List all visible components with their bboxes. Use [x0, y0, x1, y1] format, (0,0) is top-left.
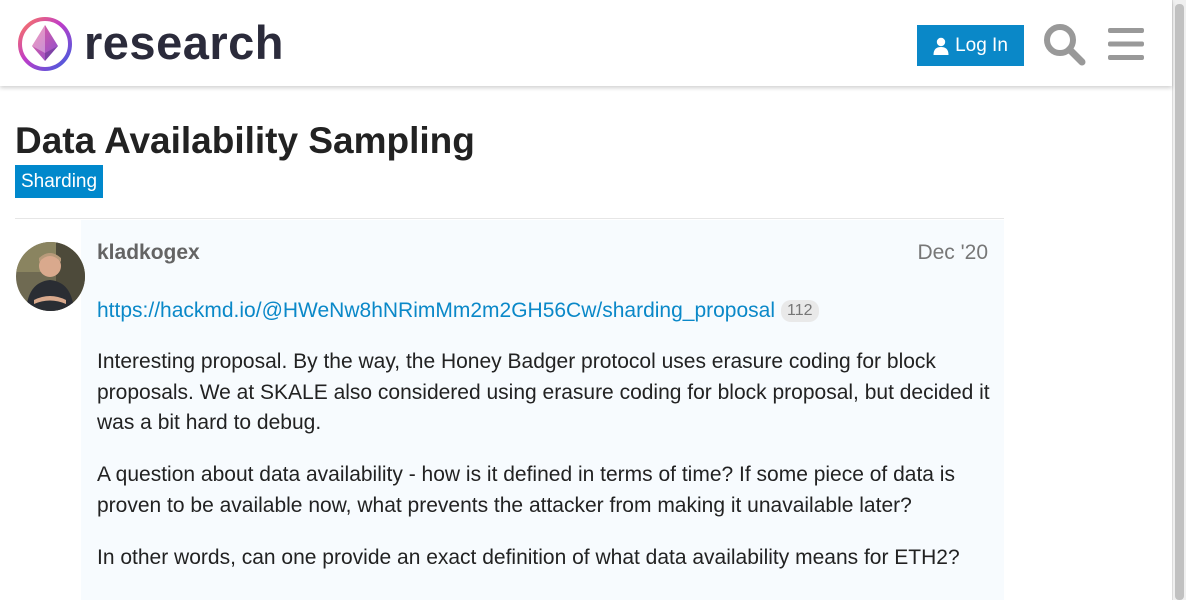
login-label: Log In	[955, 34, 1008, 56]
post-paragraph: A question about data availability - how…	[97, 463, 955, 517]
post-date[interactable]: Dec '20	[888, 240, 988, 266]
user-icon	[933, 37, 949, 55]
post-paragraph: In other words, can one provide an exact…	[97, 546, 960, 569]
divider	[15, 218, 1004, 219]
hamburger-menu-icon[interactable]	[1106, 26, 1146, 62]
link-click-count: 112	[781, 300, 819, 322]
site-header: research Log In	[0, 0, 1172, 86]
post-link[interactable]: https://hackmd.io/@HWeNw8hNRimMm2m2GH56C…	[97, 299, 775, 322]
user-avatar[interactable]	[16, 242, 85, 311]
topic-title[interactable]: Data Availability Sampling	[15, 118, 475, 164]
research-logo-icon[interactable]	[16, 15, 74, 73]
login-button[interactable]: Log In	[917, 25, 1024, 66]
search-icon[interactable]	[1042, 22, 1086, 66]
post-link-row: https://hackmd.io/@HWeNw8hNRimMm2m2GH56C…	[97, 297, 819, 327]
post-username[interactable]: kladkogex	[97, 240, 200, 266]
page-scrollbar[interactable]	[1172, 0, 1186, 600]
scrollbar-thumb[interactable]	[1175, 4, 1184, 600]
site-name[interactable]: research	[84, 14, 284, 72]
post-paragraph: Interesting proposal. By the way, the Ho…	[97, 350, 990, 434]
category-badge[interactable]: Sharding	[15, 165, 104, 198]
